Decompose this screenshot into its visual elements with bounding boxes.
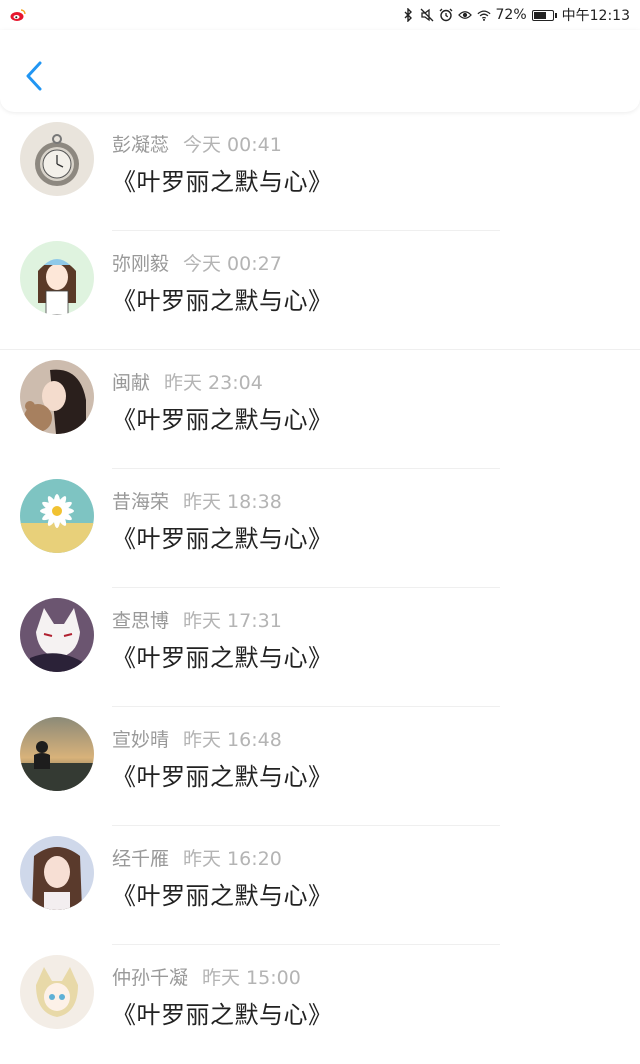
comment-time: 昨天 17:31: [183, 610, 282, 632]
comment-title: 《叶罗丽之默与心》: [112, 1001, 333, 1029]
list-item[interactable]: 查思博 昨天 17:31 《叶罗丽之默与心》: [0, 588, 640, 707]
comment-meta: 宣妙晴 昨天 16:48: [112, 725, 282, 752]
comment-title: 《叶罗丽之默与心》: [112, 525, 333, 553]
comment-title: 《叶罗丽之默与心》: [112, 644, 333, 672]
mute-icon: [420, 8, 434, 22]
list-item[interactable]: 宣妙晴 昨天 16:48 《叶罗丽之默与心》: [0, 707, 640, 826]
comment-title: 《叶罗丽之默与心》: [112, 168, 333, 196]
comment-meta: 仲孙千凝 昨天 15:00: [112, 963, 301, 990]
fox-mask-avatar[interactable]: [20, 598, 94, 672]
comment-meta: 查思博 昨天 17:31: [112, 606, 282, 633]
alarm-icon: [439, 8, 453, 22]
user-name[interactable]: 仲孙千凝: [112, 967, 188, 989]
comment-meta: 弥刚毅 今天 00:27: [112, 249, 282, 276]
list-item[interactable]: 仲孙千凝 昨天 15:00 《叶罗丽之默与心》: [0, 945, 640, 1064]
comment-title: 《叶罗丽之默与心》: [112, 763, 333, 791]
status-bar: 72% 中午12:13: [0, 0, 640, 30]
comment-time: 昨天 16:20: [183, 848, 282, 870]
list-item[interactable]: 弥刚毅 今天 00:27 《叶罗丽之默与心》: [0, 231, 640, 350]
header-bar: [0, 30, 640, 112]
eye-icon: [457, 8, 472, 22]
anime-girl-avatar[interactable]: [20, 241, 94, 315]
anime-cat-avatar[interactable]: [20, 955, 94, 1029]
user-name[interactable]: 昔海荣: [112, 491, 169, 513]
comment-title: 《叶罗丽之默与心》: [112, 287, 333, 315]
status-time: 中午12:13: [561, 8, 630, 24]
user-name[interactable]: 弥刚毅: [112, 253, 169, 275]
sunset-avatar[interactable]: [20, 717, 94, 791]
pocket-watch-avatar[interactable]: [20, 122, 94, 196]
list-item[interactable]: 彭凝蕊 今天 00:41 《叶罗丽之默与心》: [0, 112, 640, 231]
user-name[interactable]: 宣妙晴: [112, 729, 169, 751]
list-item[interactable]: 昔海荣 昨天 18:38 《叶罗丽之默与心》: [0, 469, 640, 588]
back-button[interactable]: [18, 56, 50, 96]
comment-time: 昨天 23:04: [164, 372, 263, 394]
comment-meta: 经千雁 昨天 16:20: [112, 844, 282, 871]
user-name[interactable]: 闽献: [112, 372, 150, 394]
comment-time: 昨天 15:00: [202, 967, 301, 989]
comment-title: 《叶罗丽之默与心》: [112, 882, 333, 910]
comment-title: 《叶罗丽之默与心》: [112, 406, 333, 434]
comment-time: 今天 00:27: [183, 253, 282, 275]
comment-list: 彭凝蕊 今天 00:41 《叶罗丽之默与心》 弥刚毅 今天 00:27 《叶罗丽之默…: [0, 112, 640, 1064]
battery-percent: 72%: [495, 7, 527, 23]
girl-portrait-avatar[interactable]: [20, 836, 94, 910]
bluetooth-icon: [401, 8, 415, 22]
user-name[interactable]: 彭凝蕊: [112, 134, 169, 156]
list-item[interactable]: 闽献 昨天 23:04 《叶罗丽之默与心》: [0, 350, 640, 469]
comment-time: 昨天 18:38: [183, 491, 282, 513]
user-name[interactable]: 查思博: [112, 610, 169, 632]
comment-meta: 昔海荣 昨天 18:38: [112, 487, 282, 514]
battery-icon: [531, 9, 557, 21]
weibo-icon: [10, 8, 26, 22]
list-item[interactable]: 经千雁 昨天 16:20 《叶罗丽之默与心》: [0, 826, 640, 945]
girl-teddy-avatar[interactable]: [20, 360, 94, 434]
comment-time: 昨天 16:48: [183, 729, 282, 751]
chevron-left-icon: [26, 61, 42, 91]
user-name[interactable]: 经千雁: [112, 848, 169, 870]
comment-meta: 彭凝蕊 今天 00:41: [112, 130, 282, 157]
daisy-avatar[interactable]: [20, 479, 94, 553]
wifi-icon: [476, 8, 491, 22]
comment-time: 今天 00:41: [183, 134, 282, 156]
comment-meta: 闽献 昨天 23:04: [112, 368, 263, 395]
